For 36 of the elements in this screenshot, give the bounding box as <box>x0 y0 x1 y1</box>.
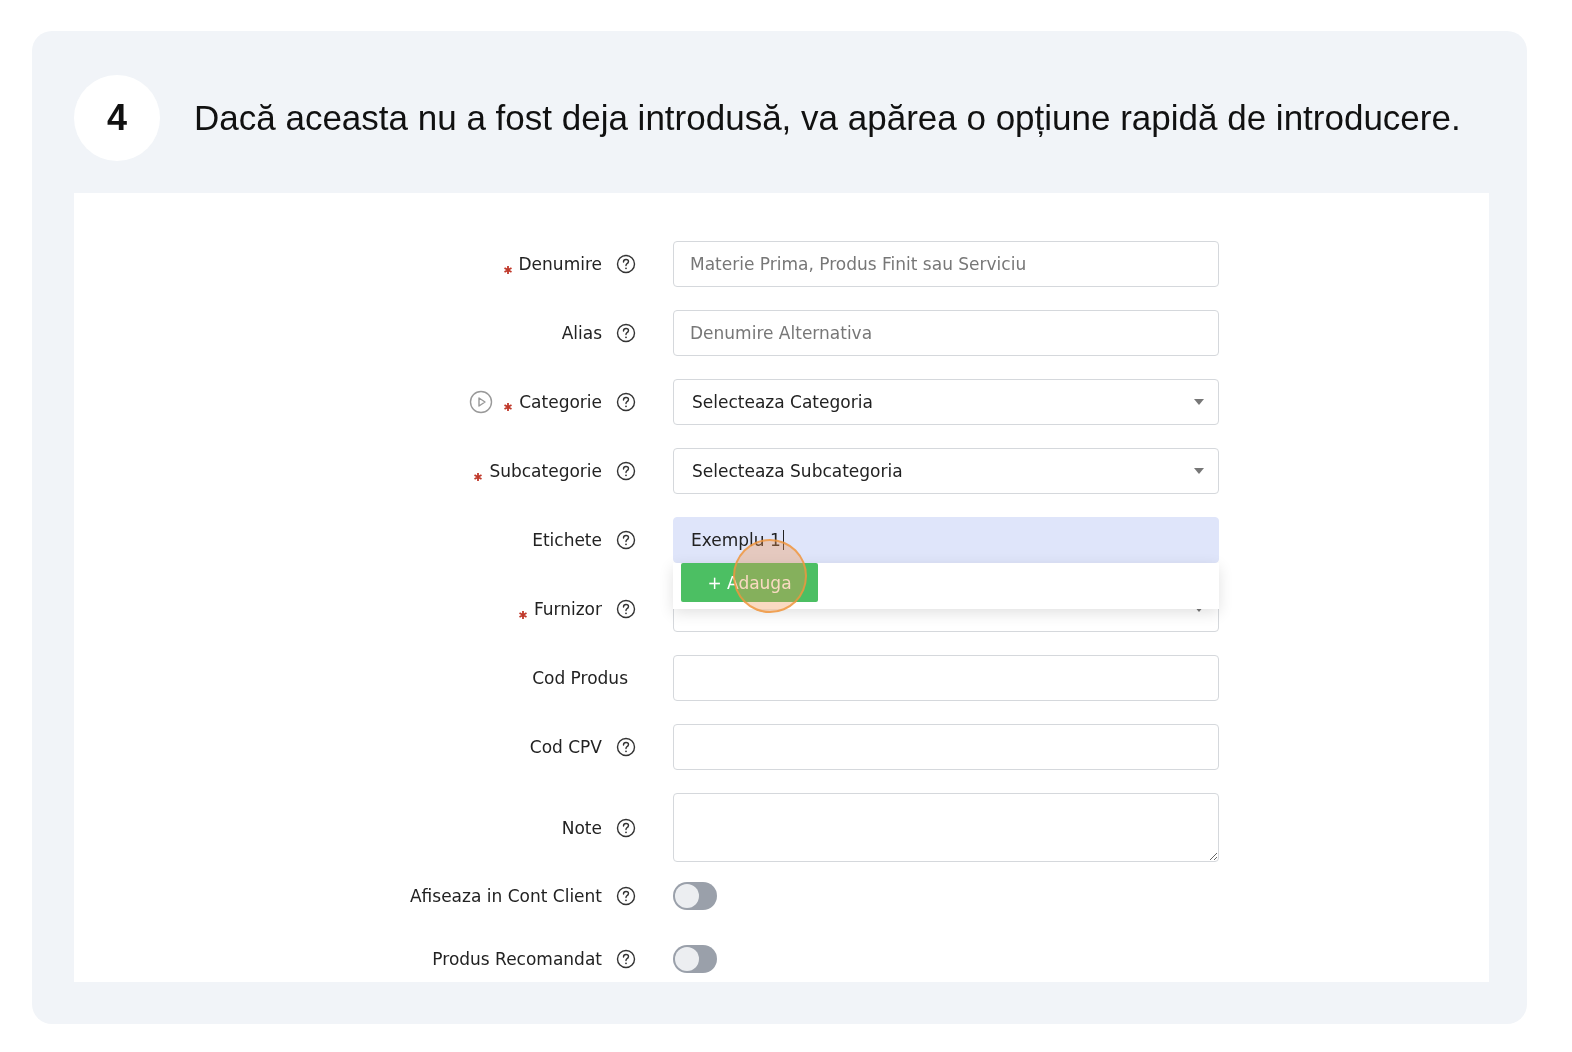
field-label: Subcategorie <box>489 461 602 481</box>
help-icon[interactable] <box>616 817 636 838</box>
help-icon[interactable] <box>616 737 636 757</box>
help-icon[interactable] <box>616 323 636 343</box>
help-icon[interactable] <box>616 599 636 619</box>
help-icon[interactable] <box>616 254 636 274</box>
caret-icon <box>1194 468 1204 474</box>
help-icon[interactable] <box>616 392 636 412</box>
select-field[interactable]: Selecteaza Subcategoria <box>673 448 1219 494</box>
field-label: Categorie <box>519 392 602 412</box>
field-label: Alias <box>561 323 602 343</box>
field-label: Afiseaza in Cont Client <box>409 886 602 906</box>
field-label: Denumire <box>518 254 602 274</box>
play-icon[interactable] <box>469 390 494 414</box>
text-field[interactable]: Denumire Alternativa <box>673 310 1219 356</box>
help-icon[interactable] <box>616 886 636 906</box>
help-icon[interactable] <box>616 461 636 481</box>
text-field[interactable] <box>673 724 1219 770</box>
field-label: Furnizor <box>533 599 602 619</box>
field-label: Etichete <box>532 530 602 550</box>
select-field[interactable]: Selecteaza Categoria <box>673 379 1219 425</box>
toggle-switch[interactable] <box>673 882 717 910</box>
caret-icon <box>1194 399 1204 405</box>
step-instruction: Dacă aceasta nu a fost deja introdusă, va apărea o opțiune rapidă de introducere. <box>194 98 1461 138</box>
text-field[interactable]: Materie Prima, Produs Finit sau Serviciu <box>673 241 1219 287</box>
field-label: Produs Recomandat <box>432 949 602 969</box>
tags-field[interactable]: Exemplu 1 <box>673 517 1219 563</box>
help-icon[interactable] <box>616 530 636 550</box>
field-label: Note <box>561 817 602 838</box>
field-label: Cod Produs <box>532 668 628 688</box>
step-number: 4 <box>74 75 160 161</box>
text-field[interactable] <box>673 655 1219 701</box>
help-icon[interactable] <box>616 949 636 969</box>
field-label: Cod CPV <box>529 737 602 757</box>
toggle-switch[interactable] <box>673 945 717 973</box>
caret-icon <box>1194 606 1204 612</box>
